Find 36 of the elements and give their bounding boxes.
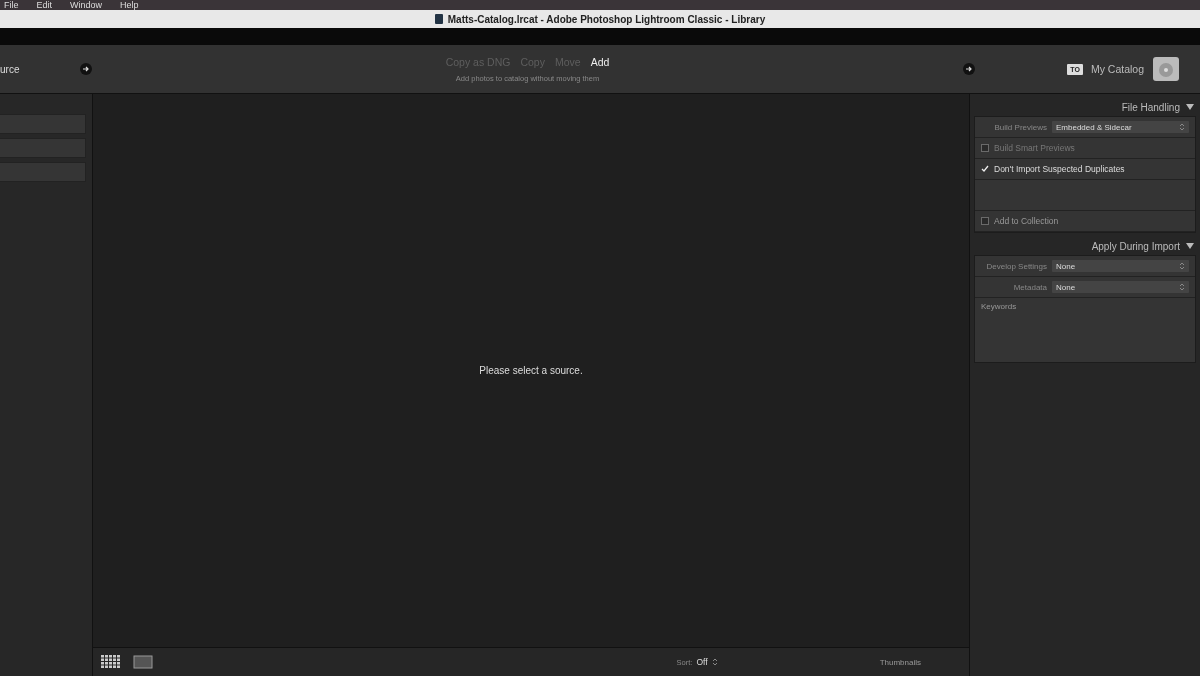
window-title: Matts-Catalog.lrcat - Adobe Photoshop Lightroom Classic - Library	[447, 13, 766, 25]
settings-dropdown[interactable]: None	[1052, 281, 1189, 293]
field-label: Develop Settings	[985, 261, 1047, 271]
menu-item[interactable]: Edit	[36, 1, 53, 10]
checkbox[interactable]	[981, 144, 989, 152]
sort-dropdown[interactable]: Off	[696, 657, 708, 667]
menu-item[interactable]: Window	[70, 1, 103, 10]
arrow-icon[interactable]	[963, 63, 975, 75]
field-label: Build Previews	[993, 122, 1047, 132]
menu-item[interactable]: Help	[120, 1, 139, 10]
arrow-icon[interactable]	[80, 63, 92, 75]
stepper-icon	[1179, 262, 1185, 270]
checkbox[interactable]	[981, 217, 989, 225]
thumbnails-label: Thumbnails	[879, 657, 921, 667]
previews-dropdown[interactable]: Embedded & Sidecar	[1052, 121, 1189, 133]
settings-dropdown[interactable]: None	[1052, 260, 1189, 272]
section-title[interactable]: File Handling	[1121, 101, 1180, 113]
document-icon	[434, 14, 443, 24]
stepper-icon	[711, 658, 718, 666]
keywords-label: Keywords	[981, 302, 1017, 311]
import-mode-tab[interactable]: Add	[590, 55, 610, 68]
menu-item[interactable]: File	[4, 1, 19, 10]
option-label: Add to Collection	[994, 216, 1059, 226]
section-title[interactable]: Apply During Import	[1091, 240, 1180, 252]
stepper-icon	[1179, 283, 1185, 291]
destination-label: My Catalog	[1090, 63, 1144, 75]
source-label: urce	[0, 63, 21, 75]
field-label: Metadata	[1012, 282, 1047, 292]
hard-drive-icon[interactable]	[1152, 56, 1180, 82]
stepper-icon	[1179, 123, 1185, 131]
option-label: Don't Import Suspected Duplicates	[994, 164, 1125, 174]
collapse-triangle-icon[interactable]	[1186, 103, 1194, 111]
empty-message: Please select a source.	[479, 365, 583, 376]
collapse-triangle-icon[interactable]	[1186, 242, 1194, 250]
grid-view-icon[interactable]	[101, 655, 121, 669]
option-label: Build Smart Previews	[994, 143, 1075, 153]
